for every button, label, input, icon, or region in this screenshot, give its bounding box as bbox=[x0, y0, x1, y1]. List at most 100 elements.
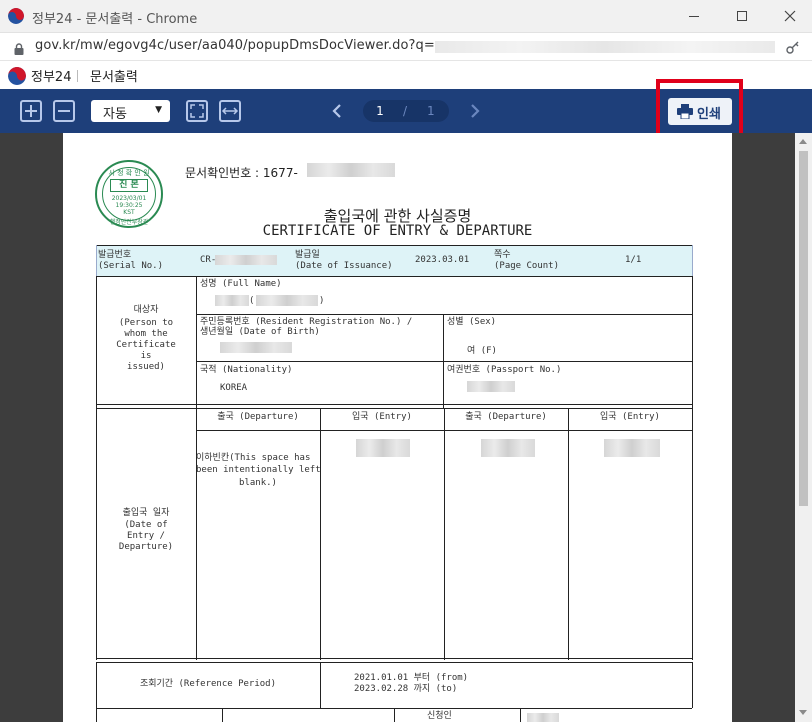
table-line bbox=[196, 361, 692, 362]
page-total: 1 bbox=[427, 104, 435, 118]
table-line bbox=[196, 430, 692, 431]
nationality-label: 국적 (Nationality) bbox=[200, 365, 293, 375]
fit-page-icon bbox=[186, 100, 208, 122]
vertical-scrollbar[interactable] bbox=[795, 133, 812, 722]
scroll-up-icon[interactable] bbox=[799, 139, 807, 144]
document-page: 시 청 확 인 원 진 본 2023/03/01 19:30:25 KST 행정… bbox=[63, 133, 732, 722]
window-title-bar: 정부24 - 문서출력 - Chrome bbox=[0, 0, 812, 33]
redacted-doc-number bbox=[307, 163, 395, 177]
gov24-logo-icon[interactable] bbox=[8, 67, 26, 85]
key-icon[interactable] bbox=[786, 39, 800, 54]
redacted-entry-date bbox=[604, 439, 660, 457]
serial-label: 발급번호 bbox=[98, 250, 132, 260]
dates-label-en: (Date of bbox=[124, 520, 168, 530]
table-line bbox=[96, 245, 692, 246]
person-label-en: whom the bbox=[124, 329, 168, 339]
blank-note: blank.) bbox=[239, 478, 277, 488]
passport-label: 여권번호 (Passport No.) bbox=[447, 365, 562, 375]
table-line bbox=[320, 408, 321, 660]
reference-from: 2021.01.01 부터 (from) bbox=[354, 673, 469, 683]
window-title: 정부24 - 문서출력 - Chrome bbox=[32, 12, 198, 27]
plus-icon-vertical bbox=[30, 105, 32, 117]
lock-icon[interactable] bbox=[14, 40, 24, 55]
header-divider bbox=[77, 70, 78, 82]
table-line bbox=[96, 404, 692, 405]
table-line bbox=[96, 408, 692, 409]
page-current[interactable]: 1 bbox=[375, 104, 385, 118]
url-text[interactable]: gov.kr/mw/egovg4c/user/aa040/popupDmsDoc… bbox=[35, 38, 435, 53]
table-line bbox=[568, 408, 569, 660]
scroll-down-icon[interactable] bbox=[799, 710, 807, 715]
minimize-icon[interactable] bbox=[682, 4, 706, 28]
redacted-departure-date bbox=[481, 439, 535, 457]
gov-logo-icon bbox=[8, 8, 24, 24]
url-redacted bbox=[435, 41, 775, 53]
table-line bbox=[692, 245, 693, 276]
document-number: 문서확인번호 : 1677- bbox=[185, 166, 298, 180]
serial-value: CR- bbox=[200, 255, 217, 265]
entry-header: 입국 (Entry) bbox=[352, 412, 412, 422]
table-line bbox=[96, 658, 692, 659]
issue-date-label: 발급일 bbox=[295, 250, 320, 260]
entry-header: 입국 (Entry) bbox=[600, 412, 660, 422]
address-bar[interactable]: gov.kr/mw/egovg4c/user/aa040/popupDmsDoc… bbox=[0, 33, 812, 61]
chevron-left-icon bbox=[332, 104, 341, 118]
person-label-en: Certificate bbox=[116, 340, 176, 350]
page-count-label: 쪽수 bbox=[494, 250, 511, 260]
seal-center-text: 진 본 bbox=[110, 179, 148, 192]
prev-page-button[interactable] bbox=[329, 100, 345, 122]
person-label-en: (Person to bbox=[118, 318, 174, 328]
zoom-out-button[interactable] bbox=[53, 100, 75, 122]
seal-date: 2023/03/01 bbox=[111, 195, 147, 202]
table-line bbox=[196, 408, 197, 660]
close-icon[interactable] bbox=[778, 4, 802, 28]
table-line bbox=[96, 245, 97, 276]
chevron-right-icon bbox=[471, 104, 480, 118]
redacted-entry-date bbox=[356, 439, 410, 457]
person-label-en: is bbox=[140, 351, 152, 361]
reference-period-label: 조회기간 (Reference Period) bbox=[139, 679, 277, 689]
table-line bbox=[692, 276, 693, 408]
fullname-label: 성명 (Full Name) bbox=[200, 279, 282, 289]
redacted-applicant bbox=[527, 713, 559, 722]
departure-header: 출국 (Departure) bbox=[465, 412, 547, 422]
page-indicator: 1 / 1 bbox=[363, 100, 449, 122]
fit-width-button[interactable] bbox=[219, 100, 241, 122]
page-count-value: 1/1 bbox=[625, 255, 642, 265]
minus-icon bbox=[58, 110, 70, 112]
maximize-icon[interactable] bbox=[730, 4, 754, 28]
fullname-paren: ( bbox=[249, 296, 255, 306]
table-line bbox=[394, 708, 395, 722]
scroll-thumb[interactable] bbox=[799, 151, 808, 506]
table-line bbox=[96, 662, 692, 663]
table-line bbox=[196, 276, 197, 408]
fit-page-button[interactable] bbox=[186, 100, 208, 122]
chevron-down-icon: ▼ bbox=[155, 105, 162, 115]
page-title: 문서출력 bbox=[90, 70, 138, 85]
table-line bbox=[320, 662, 321, 708]
dob-label: 생년월일 (Date of Birth) bbox=[200, 327, 320, 337]
zoom-value: 자동 bbox=[103, 107, 127, 122]
issuance-info-row bbox=[96, 245, 692, 276]
table-line bbox=[96, 708, 97, 722]
serial-label-en: (Serial No.) bbox=[98, 261, 164, 271]
zoom-in-button[interactable] bbox=[20, 100, 42, 122]
table-line bbox=[520, 708, 521, 722]
zoom-select[interactable]: 자동 ▼ bbox=[91, 100, 170, 122]
table-line bbox=[444, 408, 445, 660]
table-line bbox=[222, 708, 223, 722]
redacted-rrn bbox=[220, 342, 292, 353]
reference-to: 2023.02.28 까지 (to) bbox=[354, 684, 458, 694]
brand-label: 정부24 bbox=[31, 70, 72, 85]
fullname-paren: ) bbox=[319, 296, 325, 306]
dates-label: 출입국 일자 bbox=[122, 508, 170, 518]
issue-date-label-en: (Date of Issuance) bbox=[295, 261, 393, 271]
document-title-en: CERTIFICATE OF ENTRY & DEPARTURE bbox=[262, 223, 533, 239]
redacted-serial bbox=[215, 255, 277, 265]
sex-value: 여 (F) bbox=[467, 346, 497, 356]
next-page-button[interactable] bbox=[467, 100, 483, 122]
blank-note: been intentionally left bbox=[196, 465, 321, 475]
dates-label-en: Departure) bbox=[118, 542, 174, 552]
table-line bbox=[692, 408, 693, 660]
table-line bbox=[196, 314, 692, 315]
